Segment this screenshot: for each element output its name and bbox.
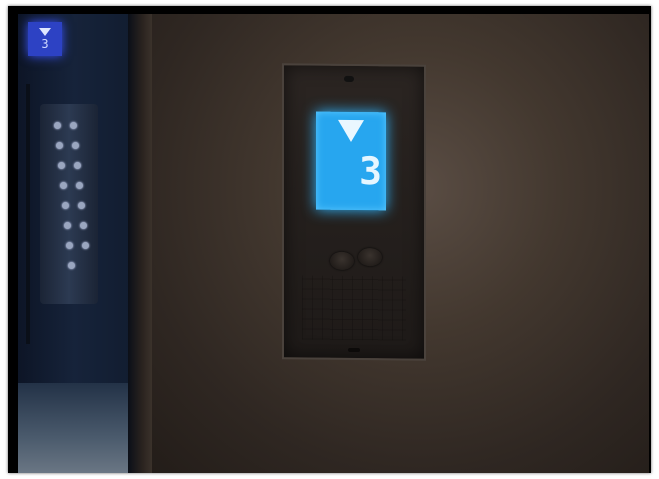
panel-texture (302, 275, 406, 341)
down-arrow-icon (39, 28, 51, 36)
cab-floor-button[interactable] (58, 162, 65, 169)
display-floor-number: 3 (359, 149, 380, 194)
cab-handrail (26, 84, 30, 344)
floor-display: 3 (316, 111, 386, 211)
cab-floor-button[interactable] (60, 182, 67, 189)
cab-floor-button[interactable] (66, 242, 73, 249)
hall-call-panel: 3 (282, 63, 426, 361)
cab-floor-button[interactable] (74, 162, 81, 169)
panel-screw (348, 347, 360, 353)
cab-floor-button[interactable] (82, 242, 89, 249)
cab-floor-button[interactable] (62, 202, 69, 209)
cab-floor-button[interactable] (64, 222, 71, 229)
door-frame-edge (128, 14, 152, 473)
call-button[interactable] (330, 251, 354, 270)
cab-floor-button[interactable] (68, 262, 75, 269)
cab-floor-button[interactable] (54, 122, 61, 129)
cab-floor-button[interactable] (70, 122, 77, 129)
photo-frame: 3 3 (8, 6, 651, 473)
cab-floor-button[interactable] (80, 222, 87, 229)
cab-floor-number: 3 (41, 37, 49, 51)
call-button[interactable] (358, 248, 382, 267)
elevator-photo: 3 3 (18, 14, 649, 473)
cab-floor-button[interactable] (78, 202, 85, 209)
down-arrow-icon (338, 119, 364, 143)
cab-floor-indicator: 3 (28, 22, 62, 56)
cab-floor-button[interactable] (76, 182, 83, 189)
panel-screw (344, 75, 354, 82)
cab-button-panel (40, 104, 98, 304)
cab-floor-button[interactable] (72, 142, 79, 149)
cab-floor-button[interactable] (56, 142, 63, 149)
